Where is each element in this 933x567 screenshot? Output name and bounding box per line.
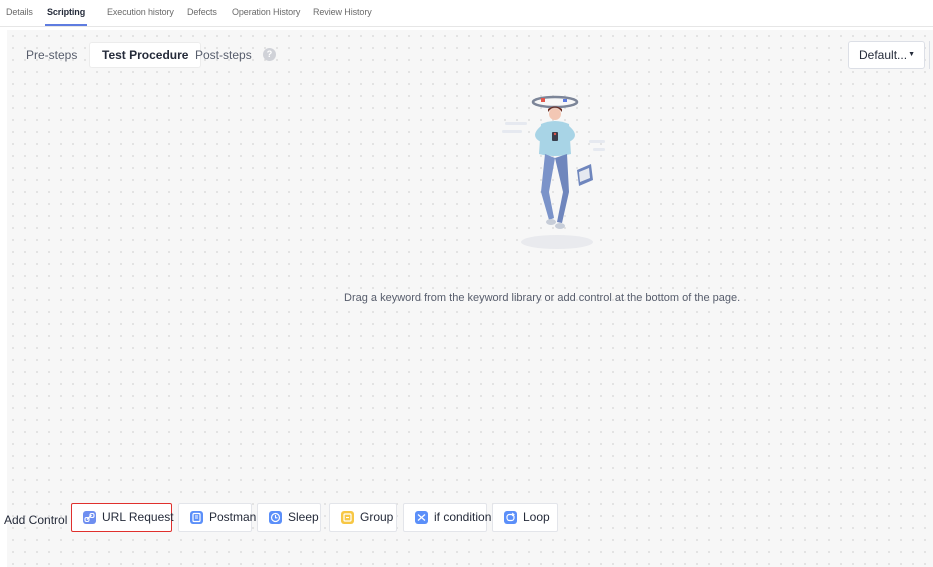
divider <box>929 41 930 69</box>
clock-icon <box>269 511 282 524</box>
if-condition-button[interactable]: if condition <box>403 503 491 532</box>
document-icon <box>190 511 203 524</box>
add-control-label: Add Control <box>4 513 68 527</box>
empty-state-message: Drag a keyword from the keyword library … <box>344 292 741 304</box>
group-button[interactable]: Group <box>329 503 397 532</box>
loop-button[interactable]: Loop <box>492 503 558 532</box>
if-condition-label: if condition <box>434 510 492 524</box>
script-canvas: Pre-steps Test Procedure Post-steps Defa… <box>7 30 933 567</box>
sleep-button[interactable]: Sleep <box>257 503 321 532</box>
url-request-button[interactable]: URL Request <box>71 503 174 532</box>
loop-label: Loop <box>523 510 550 524</box>
group-label: Group <box>360 510 394 524</box>
postman-button[interactable]: Postman <box>178 503 256 532</box>
tab-defects[interactable]: Defects <box>187 7 217 17</box>
tab-operation-history[interactable]: Operation History <box>232 7 300 17</box>
loop-icon <box>504 511 517 524</box>
url-request-label: URL Request <box>102 510 174 524</box>
tab-details[interactable]: Details <box>6 7 33 17</box>
branch-icon <box>415 511 428 524</box>
tab-pre-steps[interactable]: Pre-steps <box>14 43 89 67</box>
tab-review-history[interactable]: Review History <box>313 7 372 17</box>
postman-label: Postman <box>209 510 257 524</box>
help-icon[interactable] <box>263 48 276 61</box>
tab-execution-history[interactable]: Execution history <box>107 7 174 17</box>
top-tab-bar: Details Scripting Execution history Defe… <box>0 0 933 27</box>
link-icon <box>83 511 96 524</box>
caret-down-icon: ▼ <box>908 51 915 58</box>
sleep-label: Sleep <box>288 510 319 524</box>
tab-post-steps[interactable]: Post-steps <box>183 43 264 67</box>
empty-state-illustration <box>497 92 617 252</box>
default-dropdown[interactable]: Default... ▼ <box>848 41 925 69</box>
default-dropdown-value: Default... <box>859 48 908 62</box>
tab-scripting[interactable]: Scripting <box>44 7 88 26</box>
folder-icon <box>341 511 354 524</box>
